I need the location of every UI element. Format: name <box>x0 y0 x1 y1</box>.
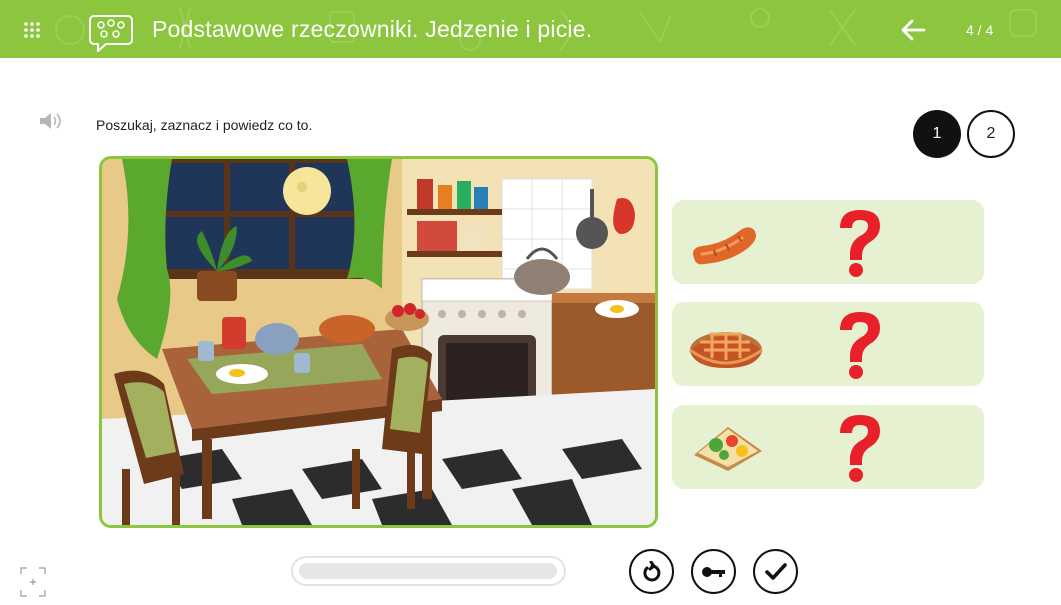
back-arrow-icon[interactable] <box>900 18 926 42</box>
pie-icon <box>689 332 763 368</box>
answer-card-1 <box>672 200 984 284</box>
reset-icon <box>642 560 660 581</box>
question-mark-icon[interactable] <box>830 411 886 483</box>
answer-card-3 <box>672 405 984 489</box>
progress-bar <box>291 556 566 586</box>
question-mark-icon[interactable] <box>830 308 886 380</box>
speaker-icon[interactable] <box>38 110 64 132</box>
key-icon <box>701 566 725 577</box>
sandwich-icon <box>694 427 762 471</box>
step-2-button[interactable]: 2 <box>967 110 1015 158</box>
question-mark-icon[interactable] <box>830 206 886 278</box>
menu-grid-icon[interactable] <box>22 20 42 40</box>
reset-button[interactable] <box>629 549 674 594</box>
check-icon <box>764 562 787 580</box>
step-1-button[interactable]: 1 <box>913 110 961 158</box>
header-bar: Podstawowe rzeczowniki. Jedzenie i picie… <box>0 0 1061 58</box>
show-answers-button[interactable] <box>691 549 736 594</box>
kitchen-scene-image[interactable] <box>99 156 658 528</box>
answer-card-2 <box>672 302 984 386</box>
speech-bubble-icon <box>89 15 133 52</box>
fullscreen-icon[interactable] <box>20 567 46 597</box>
instruction-text: Poszukaj, zaznacz i powiedz co to. <box>96 117 313 133</box>
sausage-icon <box>693 227 756 265</box>
page-counter: 4 / 4 <box>966 22 994 38</box>
page-title: Podstawowe rzeczowniki. Jedzenie i picie… <box>152 16 593 42</box>
progress-track <box>299 563 557 579</box>
check-button[interactable] <box>753 549 798 594</box>
